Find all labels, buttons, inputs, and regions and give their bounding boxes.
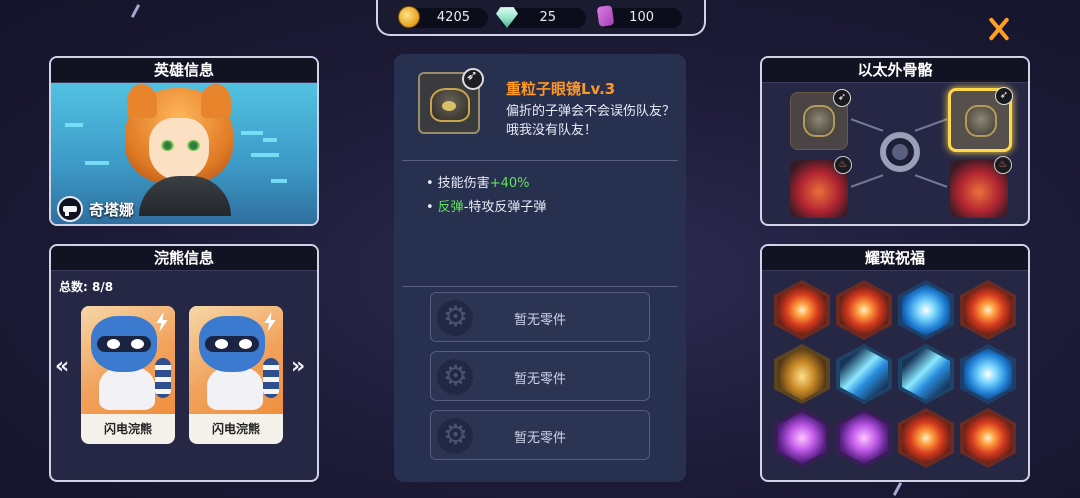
item-detail-panel: 重粒子眼镜Lv.3 偏折的子弹会不会误伤队友？哦我没有队友！ •技能伤害+40%…: [394, 54, 686, 482]
part-slot[interactable]: 暂无零件: [430, 410, 650, 460]
blessing-11-icon[interactable]: [898, 408, 954, 468]
exo-slot-top-right[interactable]: ➶: [948, 87, 1013, 152]
blessing-5-icon[interactable]: [774, 344, 830, 404]
card-amount: 100: [629, 10, 654, 25]
part-slot[interactable]: 暂无零件: [430, 292, 650, 342]
hero-character-art: [123, 84, 235, 190]
gun-icon: [57, 196, 83, 222]
blessing-12-icon[interactable]: [960, 408, 1016, 468]
bounce-icon: [462, 68, 484, 90]
coin-icon: [398, 6, 420, 28]
blessing-10-icon[interactable]: [836, 408, 892, 468]
stat-line: • 反弹-特攻反弹子弹: [426, 200, 547, 215]
currency-bar: 4205 25 100: [376, 0, 706, 36]
blessing-title: 耀斑祝福: [762, 246, 1028, 271]
blessing-3-icon[interactable]: [898, 280, 954, 340]
blessing-8-icon[interactable]: [960, 344, 1016, 404]
coin-amount: 4205: [436, 10, 470, 25]
item-description: 偏折的子弹会不会误伤队友？哦我没有队友！: [506, 104, 676, 138]
raccoon-card-name: 闪电浣熊: [103, 422, 152, 436]
flame-icon: ♨: [834, 156, 852, 174]
divider: [402, 286, 678, 287]
raccoon-info-panel: 浣熊信息 总数: 8/8 « 闪电浣熊 闪电浣熊 »: [49, 244, 319, 482]
goggles-icon: [965, 105, 997, 137]
blessing-4-icon[interactable]: [960, 280, 1016, 340]
raccoon-card-art: [81, 306, 175, 414]
divider: [402, 160, 678, 161]
goggles-icon: [430, 88, 470, 122]
blessing-panel: 耀斑祝福: [760, 244, 1030, 482]
bounce-icon: ➶: [833, 89, 851, 107]
exoskeleton-panel: 以太外骨骼 ➶ ➶ ♨ ♨: [760, 56, 1030, 226]
gem-counter: 25: [496, 7, 586, 28]
item-icon: [418, 68, 484, 134]
goggles-icon: [803, 105, 835, 137]
lightning-icon: [264, 312, 276, 332]
hero-info-panel: 英雄信息 奇塔娜: [49, 56, 319, 226]
lightning-icon: [156, 312, 168, 332]
coin-counter: 4205: [398, 6, 488, 28]
exo-slot-top-left[interactable]: ➶: [790, 89, 851, 150]
flame-icon: ♨: [994, 156, 1012, 174]
raccoon-total: 总数: 8/8: [59, 280, 114, 294]
exo-core-icon: [880, 132, 920, 172]
gem-amount: 25: [539, 10, 556, 25]
card-counter: 100: [596, 5, 682, 28]
part-slot-label: 暂无零件: [513, 431, 566, 446]
part-slot-label: 暂无零件: [513, 313, 566, 328]
exoskeleton-title: 以太外骨骼: [762, 58, 1028, 83]
exo-slot-bottom-right[interactable]: ♨: [950, 156, 1012, 218]
blessing-7-icon[interactable]: [898, 344, 954, 404]
background-streak: [130, 4, 141, 18]
blessing-9-icon[interactable]: [774, 408, 830, 468]
background-streak: [892, 482, 903, 496]
blessing-6-icon[interactable]: [836, 344, 892, 404]
hero-name: 奇塔娜: [89, 200, 135, 219]
raccoon-info-title: 浣熊信息: [51, 246, 317, 271]
stat-line: • 技能伤害+40%: [426, 176, 530, 191]
hero-name-tag: 奇塔娜: [57, 196, 134, 222]
blessing-2-icon[interactable]: [836, 280, 892, 340]
exo-slot-bottom-left[interactable]: ♨: [790, 156, 852, 218]
card-icon: [596, 5, 615, 27]
raccoon-card-name: 闪电浣熊: [211, 422, 260, 436]
blessing-1-icon[interactable]: [774, 280, 830, 340]
close-icon[interactable]: [984, 14, 1014, 44]
bounce-icon: ➶: [995, 87, 1013, 105]
raccoon-card[interactable]: 闪电浣熊: [189, 306, 283, 444]
next-page-arrow[interactable]: »: [291, 354, 306, 379]
diamond-icon: [496, 7, 518, 28]
prev-page-arrow[interactable]: «: [55, 354, 70, 379]
part-slot[interactable]: 暂无零件: [430, 351, 650, 401]
item-title: 重粒子眼镜Lv.3: [506, 80, 616, 98]
hero-info-title: 英雄信息: [51, 58, 317, 83]
raccoon-card-art: [189, 306, 283, 414]
part-slot-label: 暂无零件: [513, 372, 566, 387]
raccoon-card[interactable]: 闪电浣熊: [81, 306, 175, 444]
